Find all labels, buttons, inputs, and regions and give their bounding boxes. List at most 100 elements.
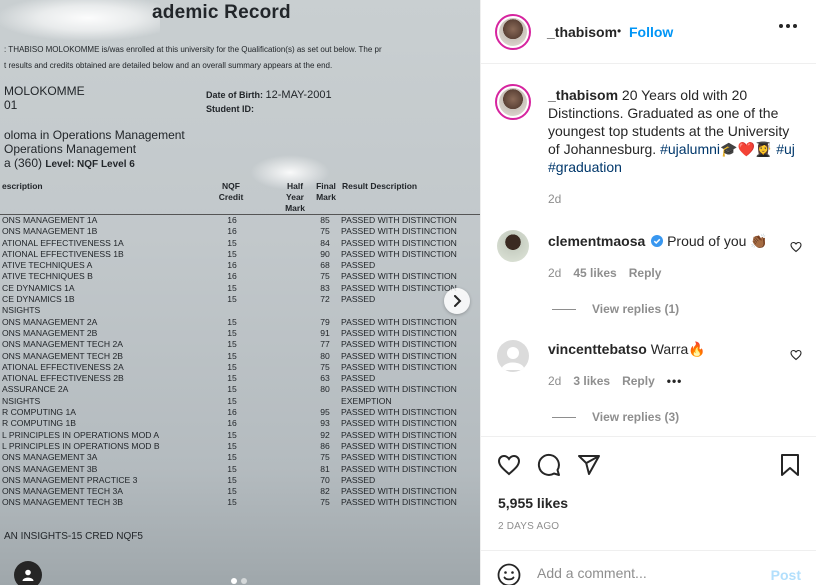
row-credit: 16 xyxy=(227,226,237,237)
commenter-avatar[interactable] xyxy=(497,340,529,372)
post-author-username[interactable]: _thabisom xyxy=(547,24,617,40)
row-credit: 15 xyxy=(227,248,237,259)
tagged-users-button[interactable] xyxy=(14,561,42,585)
comment-input[interactable] xyxy=(537,565,757,581)
qual-line: Operations Management xyxy=(4,142,137,156)
caption-time[interactable]: 2d xyxy=(548,190,803,208)
comment-icon[interactable] xyxy=(537,453,561,477)
row-course-name: ATIVE TECHNIQUES B xyxy=(2,271,93,282)
doc-table-row: ONS MANAGEMENT 3A 15 75 PASSED WITH DISTINC… xyxy=(0,452,480,463)
row-course-name: ONS MANAGEMENT TECH 3B xyxy=(2,497,123,508)
verified-badge-icon xyxy=(651,235,664,247)
doc-table-row: R COMPUTING 1A 16 95 PASSED WITH DISTINCTIO… xyxy=(0,407,480,418)
row-result: PASSED WITH DISTINCTION xyxy=(341,226,457,237)
qual-line: a (360) xyxy=(4,156,43,170)
row-result: PASSED WITH DISTINCTION xyxy=(341,463,457,474)
student-id-label: Student ID: xyxy=(206,104,254,114)
doc-table-row: ONS MANAGEMENT 2B 15 91 PASSED WITH DISTINC… xyxy=(0,328,480,339)
emoji-icon[interactable] xyxy=(497,563,521,585)
bookmark-icon[interactable] xyxy=(779,453,801,477)
likes-count[interactable]: 5,955 likes xyxy=(498,495,568,511)
row-result: PASSED WITH DISTINCTION xyxy=(341,350,457,361)
dob-value: 12-MAY-2001 xyxy=(265,89,332,101)
row-final-mark: 92 xyxy=(320,429,330,440)
row-credit: 15 xyxy=(227,452,237,463)
row-course-name: ONS MANAGEMENT TECH 3A xyxy=(2,486,123,497)
comment-time[interactable]: 2d xyxy=(548,372,561,390)
row-credit: 15 xyxy=(227,429,237,440)
like-comment-button[interactable] xyxy=(790,348,802,366)
doc-table-row: R COMPUTING 1B 16 93 PASSED WITH DISTINCTIO… xyxy=(0,418,480,429)
add-comment-bar: Post xyxy=(481,550,816,585)
post-caption: _thabisom 20 Years old with 20 Distincti… xyxy=(548,86,803,208)
doc-table-row: ONS MANAGEMENT 3B 15 81 PASSED WITH DISTINC… xyxy=(0,464,480,475)
heart-icon[interactable] xyxy=(497,453,521,477)
hashtag-link[interactable]: #ujalumni xyxy=(660,141,720,157)
doc-table-row: ATIVE TECHNIQUES B 16 75 PASSED WITH DISTIN… xyxy=(0,271,480,282)
user-icon xyxy=(22,569,34,581)
row-final-mark: 75 xyxy=(320,361,330,372)
qual-line: oloma in Operations Management xyxy=(4,128,185,142)
share-icon[interactable] xyxy=(577,453,601,477)
doc-table-row: ATIVE TECHNIQUES A 16 68 PASSED xyxy=(0,260,480,271)
comment-likes[interactable]: 3 likes xyxy=(573,372,610,390)
avatar-image xyxy=(499,18,527,46)
row-final-mark: 70 xyxy=(320,474,330,485)
row-course-name: R COMPUTING 1B xyxy=(2,418,77,429)
doc-student-name: MOLOKOMME 01 xyxy=(4,84,85,112)
chevron-right-icon xyxy=(454,295,462,307)
row-course-name: ATIONAL EFFECTIVENESS 2B xyxy=(2,373,124,384)
caption-avatar[interactable] xyxy=(495,84,531,120)
row-course-name: ASSURANCE 2A xyxy=(2,384,69,395)
post-media[interactable]: ademic Record : THABISO MOLOKOMME is/was… xyxy=(0,0,480,585)
row-result: PASSED xyxy=(341,294,376,305)
hashtag-link[interactable]: #graduation xyxy=(548,159,622,175)
doc-name-line: MOLOKOMME xyxy=(4,84,85,98)
doc-name-line: 01 xyxy=(4,98,18,112)
reply-button[interactable]: Reply xyxy=(622,372,655,390)
row-course-name: ONS MANAGEMENT PRACTICE 3 xyxy=(2,474,138,485)
caption-username[interactable]: _thabisom xyxy=(548,87,618,103)
commenter-avatar[interactable] xyxy=(497,230,529,262)
row-result: PASSED WITH DISTINCTION xyxy=(341,361,457,372)
row-final-mark: 81 xyxy=(320,463,330,474)
view-replies-button[interactable]: View replies (3) xyxy=(552,410,679,424)
row-course-name: CE DYNAMICS 1A xyxy=(2,282,75,293)
follow-button[interactable]: Follow xyxy=(629,24,673,40)
row-result: PASSED WITH DISTINCTION xyxy=(341,282,457,293)
comment: clementmaosa Proud of you 👏🏾 2d 45 likes… xyxy=(548,232,788,282)
row-result: PASSED xyxy=(341,474,376,485)
row-course-name: ONS MANAGEMENT 2B xyxy=(2,327,98,338)
avatar-image xyxy=(499,88,527,116)
academic-record-photo: ademic Record : THABISO MOLOKOMME is/was… xyxy=(0,0,480,585)
row-credit: 16 xyxy=(227,271,237,282)
row-final-mark: 91 xyxy=(320,327,330,338)
doc-table-row: ONS MANAGEMENT 2A 15 79 PASSED WITH DISTINC… xyxy=(0,317,480,328)
row-result: PASSED xyxy=(341,260,376,271)
next-image-button[interactable] xyxy=(444,288,470,314)
doc-dob: Date of Birth: 12-MAY-2001 Student ID: xyxy=(206,88,332,116)
row-result: PASSED WITH DISTINCTION xyxy=(341,486,457,497)
comment-username[interactable]: clementmaosa xyxy=(548,233,645,249)
doc-table-row: ONS MANAGEMENT TECH 2A 15 77 PASSED WITH DI… xyxy=(0,339,480,350)
like-comment-button[interactable] xyxy=(790,240,802,258)
comment-time[interactable]: 2d xyxy=(548,264,561,282)
comment-username[interactable]: vincenttebatso xyxy=(548,341,647,357)
comment-text: Proud of you 👏🏾 xyxy=(667,233,768,249)
more-options-icon[interactable] xyxy=(779,24,797,28)
row-credit: 15 xyxy=(227,350,237,361)
row-final-mark: 93 xyxy=(320,418,330,429)
doc-qualification: oloma in Operations Management Operation… xyxy=(4,128,185,172)
view-replies-button[interactable]: View replies (1) xyxy=(552,302,679,316)
avatar[interactable] xyxy=(495,14,531,50)
reply-button[interactable]: Reply xyxy=(629,264,662,282)
post-date[interactable]: 2 DAYS AGO xyxy=(498,521,559,532)
row-credit: 15 xyxy=(227,361,237,372)
comment-options-icon[interactable]: ••• xyxy=(667,372,683,390)
post-comment-button[interactable]: Post xyxy=(771,567,801,583)
comment-meta: 2d 3 likes Reply ••• xyxy=(548,372,788,390)
comment-likes[interactable]: 45 likes xyxy=(573,264,616,282)
comment-text: Warra🔥 xyxy=(650,341,706,357)
hashtag-link[interactable]: #uj xyxy=(776,141,795,157)
action-icons xyxy=(497,453,601,477)
